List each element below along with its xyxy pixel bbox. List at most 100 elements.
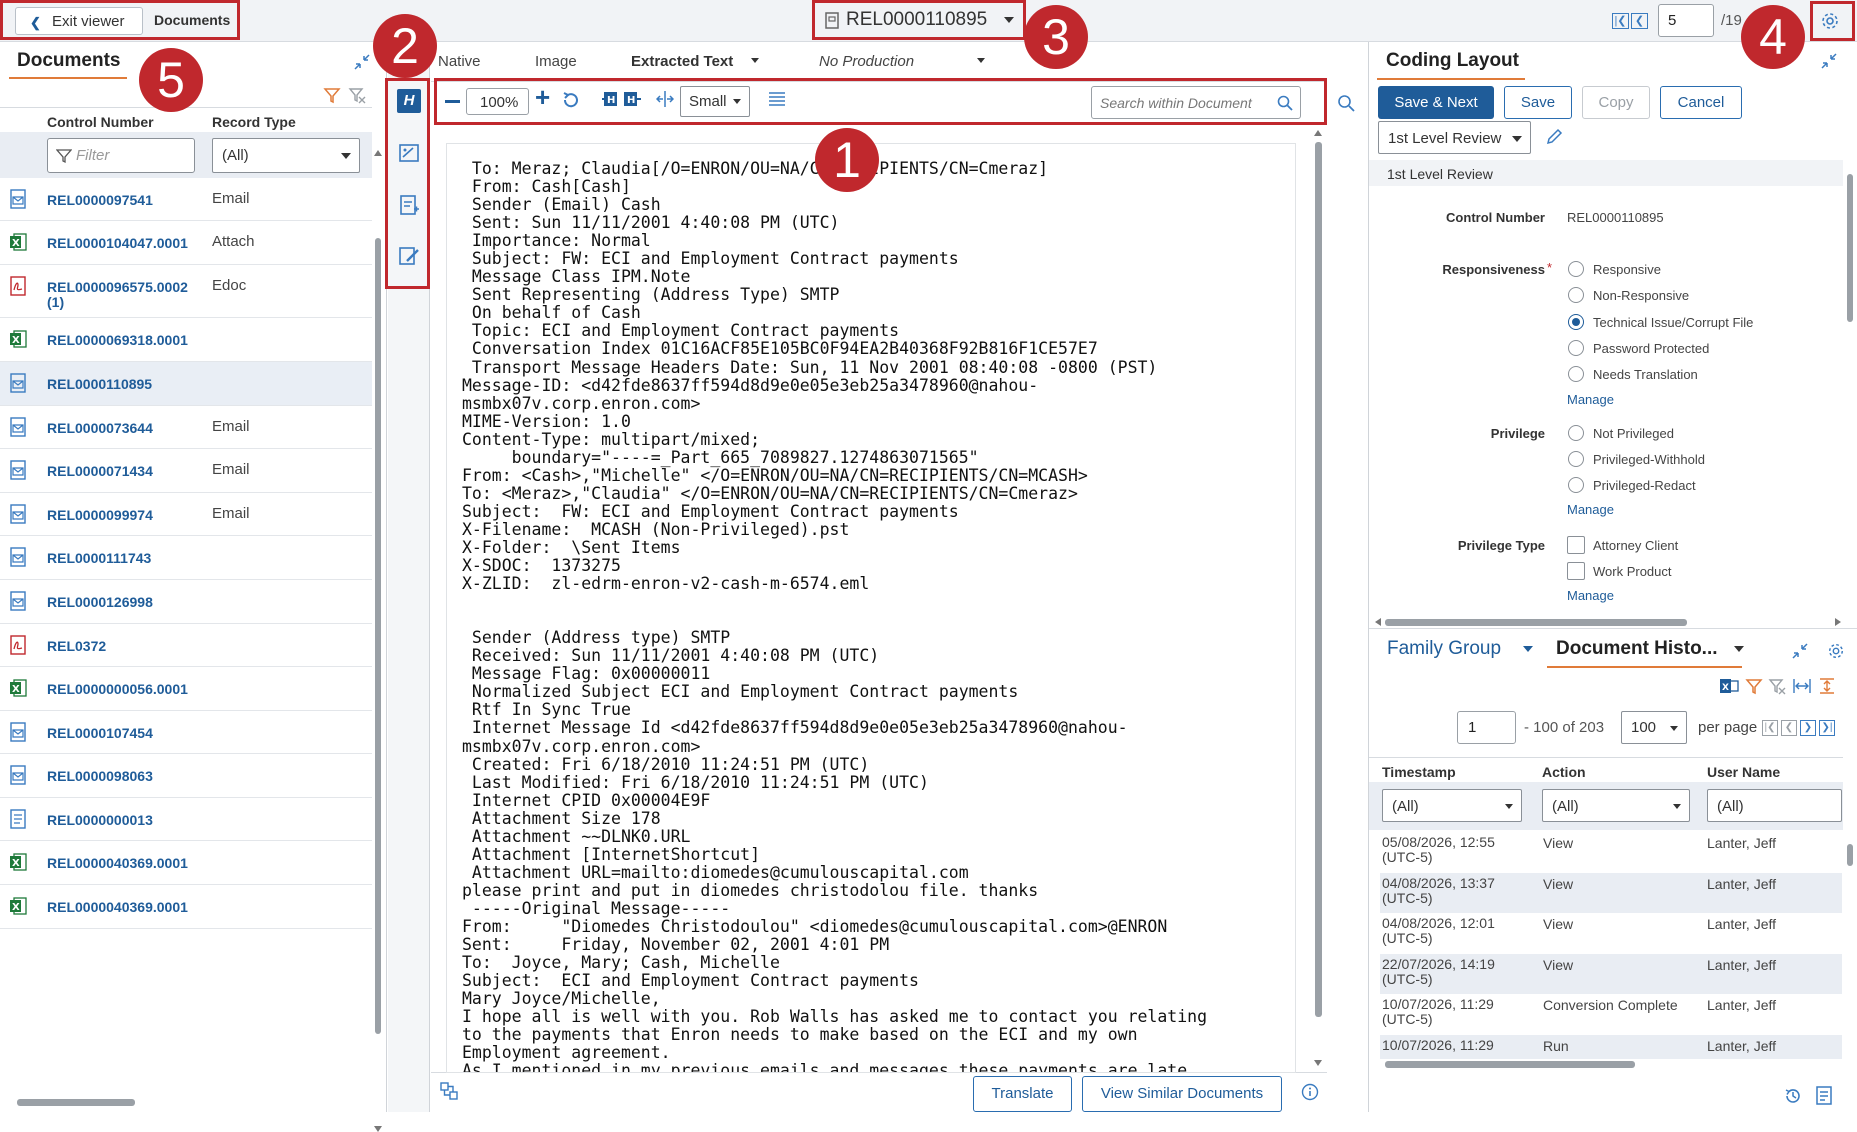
thumbnails-icon[interactable] (440, 1082, 458, 1100)
text-size-select[interactable]: Small (680, 86, 750, 117)
control-number-link[interactable]: REL0000104047.0001 (47, 236, 188, 251)
control-number-link[interactable]: REL0000110895 (47, 377, 152, 392)
history-row[interactable]: 22/07/2026, 14:19 (UTC-5) View Lanter, Jeff (1380, 953, 1842, 994)
collapse-icon[interactable] (1791, 642, 1809, 660)
privilege-type-option-label[interactable]: Attorney Client (1593, 538, 1678, 553)
list-view-icon[interactable] (768, 91, 786, 107)
prev-page-icon[interactable]: ❮ (1781, 720, 1797, 736)
manage-privilege-link[interactable]: Manage (1567, 502, 1614, 517)
history-row[interactable]: 10/07/2026, 11:29 (UTC-5) Conversion Compl… (1380, 994, 1842, 1034)
zoom-out-icon[interactable] (445, 100, 460, 103)
clear-filter-icon[interactable] (1768, 677, 1786, 695)
layout-select[interactable]: 1st Level Review (1378, 121, 1531, 154)
pencil-icon[interactable] (1545, 128, 1563, 146)
column-header-timestamp[interactable]: Timestamp (1382, 764, 1456, 780)
page-number-input[interactable]: 5 (1658, 4, 1714, 37)
chevron-down-icon[interactable] (751, 58, 759, 63)
control-number-link[interactable]: REL0000099974 (47, 508, 153, 523)
manage-responsiveness-link[interactable]: Manage (1567, 392, 1614, 407)
history-scrollbar[interactable] (1845, 830, 1855, 1056)
responsiveness-option-label[interactable]: Non-Responsive (1593, 288, 1689, 303)
responsiveness-radio[interactable] (1568, 366, 1584, 382)
privilege-radio[interactable] (1568, 425, 1584, 441)
gear-icon[interactable] (1820, 11, 1840, 31)
vertical-scrollbar[interactable] (373, 150, 383, 1132)
document-row[interactable]: X REL0000069318.0001 (0, 318, 372, 362)
autofit-columns-icon[interactable] (1793, 677, 1811, 695)
responsiveness-option-label[interactable]: Responsive (1593, 262, 1661, 277)
column-header-record-type[interactable]: Record Type (212, 114, 296, 130)
privilege-option-label[interactable]: Not Privileged (1593, 426, 1674, 441)
responsiveness-option-label[interactable]: Technical Issue/Corrupt File (1593, 315, 1753, 330)
scrollbar-thumb[interactable] (1847, 174, 1853, 322)
image-panel-icon[interactable] (398, 142, 420, 164)
timestamp-filter-select[interactable]: (All) (1382, 789, 1522, 822)
responsiveness-radio[interactable] (1568, 340, 1584, 356)
document-row[interactable]: REL0000110895 (0, 362, 372, 406)
exit-viewer-button[interactable]: ❮ Exit viewer (15, 7, 143, 35)
scrollbar-thumb[interactable] (1847, 844, 1853, 866)
privilege-radio[interactable] (1568, 477, 1584, 493)
history-row[interactable]: 10/07/2026, 11:29 Run Lanter, Jeff (1380, 1034, 1842, 1059)
chevron-down-icon[interactable] (1734, 646, 1744, 652)
per-page-select[interactable]: 100 (1621, 711, 1687, 744)
document-row[interactable]: REL0000099974 Email (0, 493, 372, 536)
document-scrollbar[interactable] (1313, 130, 1324, 1070)
privilege-type-checkbox[interactable] (1567, 536, 1585, 554)
copy-button[interactable]: Copy (1582, 86, 1650, 119)
document-row[interactable]: REL0000111743 (0, 536, 372, 580)
excel-export-icon[interactable]: X (1719, 677, 1739, 695)
first-page-icon[interactable]: |❮ (1762, 720, 1778, 736)
search-within-document-input[interactable]: Search within Document (1091, 86, 1301, 119)
record-type-filter-select[interactable]: (All) (212, 138, 360, 173)
control-number-link[interactable]: REL0000098063 (47, 769, 153, 784)
first-page-icon[interactable]: |❮ (1612, 13, 1629, 29)
document-row[interactable]: REL0000000013 (0, 798, 372, 841)
translate-button[interactable]: Translate (973, 1076, 1072, 1112)
user-filter-select[interactable]: (All) (1707, 789, 1842, 822)
control-number-link[interactable]: REL0000071434 (47, 464, 153, 479)
history-row[interactable]: 05/08/2026, 12:55 (UTC-5) View Lanter, Jeff (1380, 832, 1842, 872)
column-header-control-number[interactable]: Control Number (47, 114, 154, 130)
scroll-left-arrow[interactable] (1375, 618, 1381, 626)
control-number-link[interactable]: REL0000073644 (47, 421, 153, 436)
scrollbar-thumb[interactable] (375, 238, 381, 1034)
document-row[interactable]: REL0000126998 (0, 580, 372, 624)
view-similar-documents-button[interactable]: View Similar Documents (1082, 1076, 1282, 1112)
clear-filter-icon[interactable] (348, 86, 366, 104)
scroll-down-arrow[interactable] (374, 1126, 382, 1132)
column-header-user-name[interactable]: User Name (1707, 764, 1780, 780)
control-number-link[interactable]: REL0000069318.0001 (47, 333, 188, 348)
control-number-link[interactable]: REL0000000056.0001 (47, 682, 188, 697)
document-row[interactable]: REL0000071434 Email (0, 449, 372, 493)
document-row[interactable]: REL0000097541 Email (0, 178, 372, 221)
control-number-link[interactable]: REL0000107454 (47, 726, 153, 741)
scrollbar-thumb[interactable] (1385, 619, 1687, 626)
zoom-input[interactable]: 100% (466, 88, 529, 115)
cancel-button[interactable]: Cancel (1660, 86, 1742, 119)
last-page-icon[interactable]: ❯| (1819, 720, 1835, 736)
document-row[interactable]: X REL0000000056.0001 (0, 667, 372, 711)
collapse-icon[interactable] (353, 53, 371, 71)
document-row[interactable]: X REL0000040369.0001 (0, 841, 372, 885)
privilege-option-label[interactable]: Privileged-Withhold (1593, 452, 1705, 467)
history-icon[interactable] (1784, 1087, 1802, 1105)
control-number-link[interactable]: REL0000111743 (47, 551, 151, 566)
fit-width-icon[interactable] (656, 90, 674, 108)
notes-panel-icon[interactable] (398, 194, 420, 216)
privilege-type-option-label[interactable]: Work Product (1593, 564, 1672, 579)
control-number-filter-input[interactable]: Filter (47, 138, 195, 173)
coding-horizontal-scrollbar[interactable] (1375, 618, 1843, 626)
document-id-dropdown[interactable]: REL0000110895 (820, 5, 1020, 37)
scroll-down-arrow[interactable] (1314, 1060, 1322, 1066)
control-number-link[interactable]: REL0000000013 (47, 813, 153, 828)
save-and-next-button[interactable]: Save & Next (1378, 86, 1494, 119)
horizontal-scrollbar-thumb[interactable] (17, 1099, 135, 1106)
scroll-right-arrow[interactable] (1835, 618, 1841, 626)
history-row[interactable]: 04/08/2026, 13:37 (UTC-5) View Lanter, Jeff (1380, 872, 1842, 913)
control-number-link[interactable]: REL0372 (47, 639, 106, 654)
history-page-input[interactable]: 1 (1457, 711, 1516, 744)
filter-icon[interactable] (323, 86, 341, 104)
column-header-action[interactable]: Action (1542, 764, 1586, 780)
tab-image[interactable]: Image (535, 53, 577, 70)
